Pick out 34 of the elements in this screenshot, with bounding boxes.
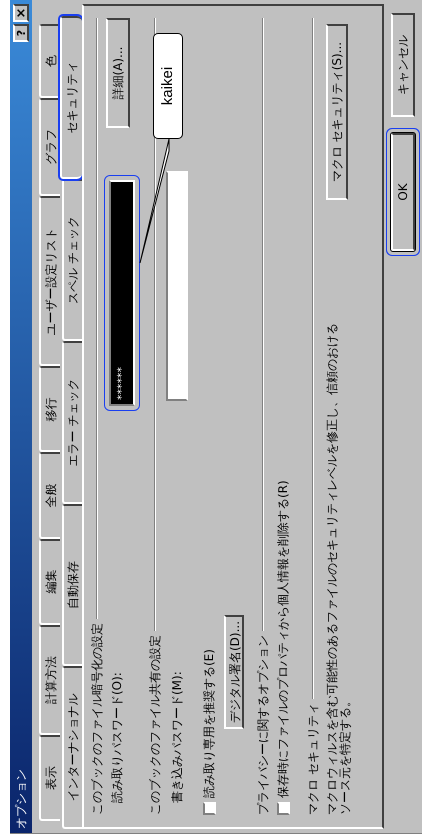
tab[interactable]: 色 [39, 24, 60, 98]
field-label: 読み取りパスワード(O): [109, 671, 125, 803]
callout-bubble: kaikei [153, 33, 183, 139]
tab[interactable]: ユーザー設定リスト [39, 196, 60, 366]
tab[interactable]: エラー チェック [62, 341, 82, 504]
field-label: 書き込みパスワード(M): [169, 670, 185, 803]
tab[interactable]: 表示 [39, 734, 60, 821]
group-heading: このブックのファイル暗号化の設定 [89, 623, 105, 815]
digital-signature-button[interactable]: デジタル署名(D)... [224, 614, 244, 729]
group-heading: プライバシーに関するオプション [255, 635, 271, 815]
group-heading: マクロ セキュリティ [305, 703, 321, 815]
close-button[interactable]: × [13, 4, 29, 22]
tab[interactable]: 自動保存 [62, 504, 82, 666]
dialog-button[interactable]: キャンセル [391, 13, 415, 117]
tab[interactable]: 全般 [39, 452, 60, 539]
tab[interactable]: 計算方法 [39, 624, 60, 735]
tab[interactable]: 編集 [39, 538, 60, 625]
tab[interactable]: インターナショナル [62, 666, 82, 829]
tab[interactable]: セキュリティ [60, 16, 82, 179]
macro-description: マクロウィルスを含む可能性のあるファイルのセキュリティレベルを修正し、信頼のおける ソース元を特定する。 [326, 323, 352, 815]
tab[interactable]: 移行 [39, 366, 60, 452]
tab[interactable]: スペル チェック [62, 178, 82, 342]
password-field[interactable] [166, 171, 188, 401]
checkbox[interactable] [276, 802, 290, 815]
group-heading: このブックのファイル共有の設定 [147, 635, 163, 815]
window-title: オプション [13, 769, 29, 829]
tab[interactable]: グラフ [39, 98, 60, 196]
help-button[interactable]: ? [13, 24, 29, 42]
macro-security-button[interactable]: マクロ セキュリティ(S)... [326, 24, 348, 200]
checkbox-label: 読み取り専用を推奨する(E) [201, 649, 217, 798]
checkbox[interactable] [202, 802, 216, 815]
password-field[interactable]: ****** [109, 180, 135, 406]
advanced-button[interactable]: 詳細(A)... [106, 18, 130, 128]
checkbox-label: 保存時にファイルのプロパティから個人情報を削除する(R) [275, 480, 291, 798]
